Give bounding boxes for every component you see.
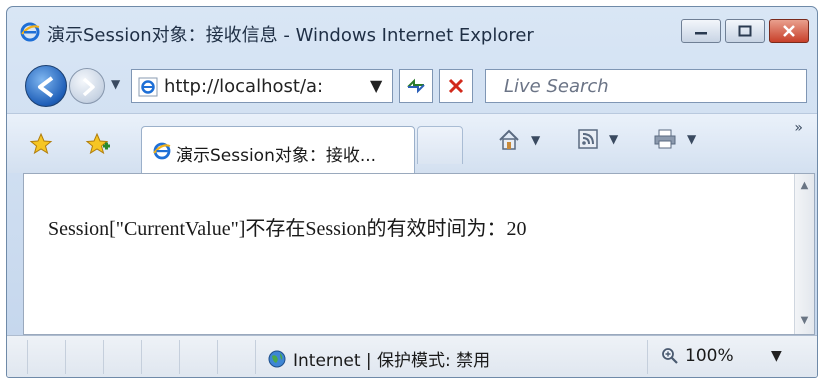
forward-button[interactable] <box>69 68 105 104</box>
scroll-up-icon[interactable]: ▲ <box>795 180 814 191</box>
forward-icon <box>82 77 95 97</box>
more-commands-icon[interactable]: » <box>794 120 803 136</box>
zoom-level: 100% <box>685 346 734 366</box>
history-dropdown-icon[interactable]: ▼ <box>111 77 120 91</box>
window-title: 演示Session对象：接收信息 - Windows Internet Expl… <box>47 25 534 46</box>
dropdown-icon: ▼ <box>531 133 541 147</box>
address-dropdown-icon[interactable]: ▼ <box>370 76 382 95</box>
home-button[interactable]: ▼ <box>497 128 540 152</box>
browser-window: 演示Session对象：接收信息 - Windows Internet Expl… <box>6 6 818 378</box>
scroll-down-icon[interactable]: ▼ <box>795 315 814 326</box>
tab-active[interactable]: 演示Session对象：接收... <box>141 126 415 174</box>
caption-buttons <box>681 19 809 45</box>
status-divider <box>27 340 28 374</box>
title-bar[interactable]: 演示Session对象：接收信息 - Windows Internet Expl… <box>7 7 817 57</box>
page-ie-icon <box>138 77 158 97</box>
zoom-control[interactable]: 100% <box>661 346 734 366</box>
dropdown-icon: ▼ <box>687 132 697 146</box>
status-divider <box>103 340 104 374</box>
status-divider <box>647 340 648 374</box>
feeds-button[interactable]: ▼ <box>577 128 618 150</box>
globe-icon <box>268 350 286 367</box>
close-button[interactable] <box>769 19 809 43</box>
ie-icon <box>153 142 171 160</box>
zoom-dropdown-icon[interactable]: ▼ <box>771 348 782 364</box>
session-message: Session["CurrentValue"]不存在Session的有效时间为：… <box>48 218 527 240</box>
zoom-icon <box>662 348 678 364</box>
status-divider <box>141 340 142 374</box>
search-placeholder: Live Search <box>504 76 609 97</box>
print-button[interactable]: ▼ <box>653 128 696 150</box>
tab-label: 演示Session对象：接收... <box>176 146 377 166</box>
page-content: Session["CurrentValue"]不存在Session的有效时间为：… <box>23 173 815 335</box>
security-zone[interactable]: Internet | 保护模式: 禁用 <box>267 346 490 371</box>
close-icon <box>770 20 808 42</box>
ie-icon <box>20 22 40 42</box>
status-divider <box>179 340 180 374</box>
status-divider <box>217 340 218 374</box>
maximize-icon <box>726 20 764 42</box>
address-bar[interactable]: http://localhost/a: ▼ <box>131 69 393 103</box>
add-favorites-icon[interactable] <box>85 132 111 156</box>
vertical-scrollbar[interactable]: ▲ ▼ <box>794 174 814 334</box>
status-bar: Internet | 保护模式: 禁用 100% ▼ <box>7 335 817 377</box>
status-divider <box>255 340 256 374</box>
tab-bar: 演示Session对象：接收... ▼ ▼ ▼ » <box>7 113 817 174</box>
dropdown-icon: ▼ <box>609 132 619 146</box>
minimize-icon <box>682 20 720 42</box>
print-icon <box>654 129 676 149</box>
zone-label: Internet | 保护模式: 禁用 <box>293 351 491 371</box>
new-tab-button[interactable] <box>417 126 463 164</box>
favorites-star-icon[interactable] <box>29 132 53 156</box>
refresh-icon <box>407 78 425 94</box>
status-divider <box>65 340 66 374</box>
url-text: http://localhost/a: <box>164 76 324 97</box>
feeds-icon <box>578 129 598 149</box>
back-icon <box>38 76 54 98</box>
refresh-button[interactable] <box>399 69 433 103</box>
maximize-button[interactable] <box>725 19 765 43</box>
stop-icon <box>448 78 464 94</box>
stop-button[interactable] <box>439 69 473 103</box>
navigation-bar: ▼ http://localhost/a: ▼ Live Search <box>7 59 817 113</box>
search-input[interactable]: Live Search <box>485 69 807 103</box>
back-button[interactable] <box>25 65 67 107</box>
minimize-button[interactable] <box>681 19 721 43</box>
home-icon <box>499 129 519 150</box>
